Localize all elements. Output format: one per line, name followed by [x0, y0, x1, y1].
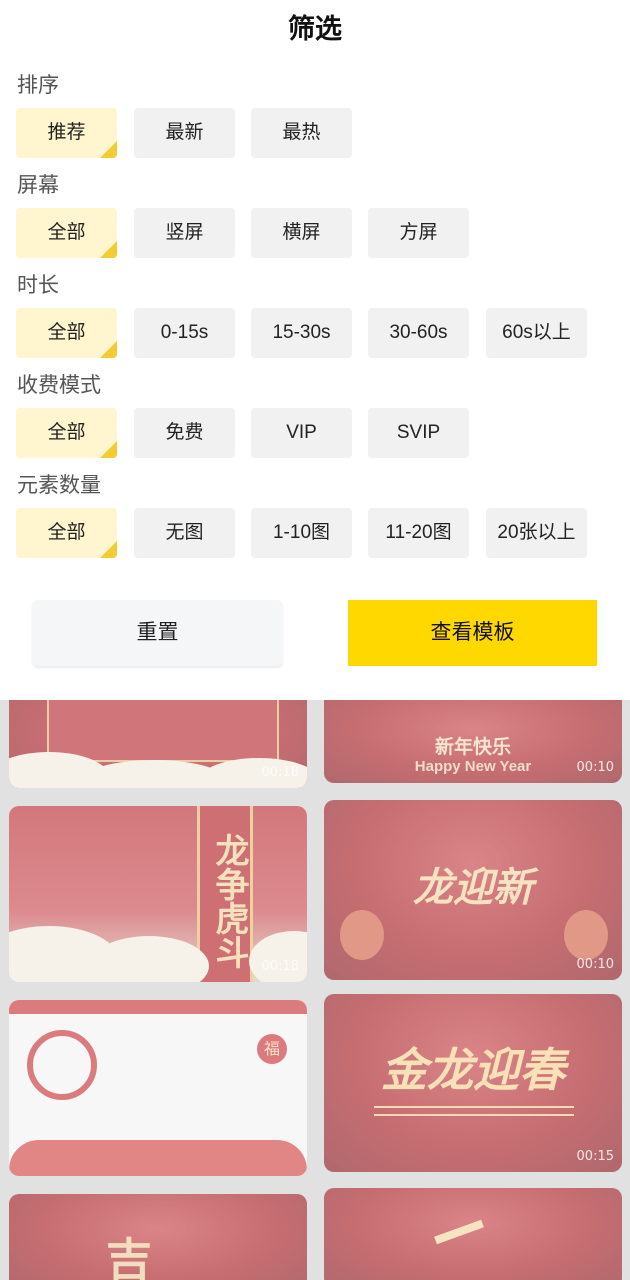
- chip-sort-newest[interactable]: 最新: [134, 108, 235, 158]
- chip-screen-square[interactable]: 方屏: [368, 208, 469, 258]
- chip-screen-portrait[interactable]: 竖屏: [134, 208, 235, 258]
- filter-sheet: 筛选 排序 推荐 最新 最热 屏幕 全部 竖屏 横屏 方屏 时长 全部 0-15…: [0, 0, 630, 700]
- section-label-element-count: 元素数量: [17, 473, 101, 497]
- chip-elements-none[interactable]: 无图: [134, 508, 235, 558]
- chip-elements-11-20[interactable]: 11-20图: [368, 508, 469, 558]
- section-label-screen: 屏幕: [17, 173, 59, 197]
- sheet-title: 筛选: [288, 14, 342, 45]
- chip-screen-all[interactable]: 全部: [16, 208, 117, 258]
- reset-button[interactable]: 重置: [32, 600, 283, 666]
- chip-pricing-vip[interactable]: VIP: [251, 408, 352, 458]
- chip-elements-1-10[interactable]: 1-10图: [251, 508, 352, 558]
- chip-pricing-all[interactable]: 全部: [16, 408, 117, 458]
- view-templates-button[interactable]: 查看模板: [348, 600, 597, 666]
- chip-pricing-free[interactable]: 免费: [134, 408, 235, 458]
- section-label-pricing: 收费模式: [17, 373, 101, 397]
- chip-duration-0-15[interactable]: 0-15s: [134, 308, 235, 358]
- chip-duration-15-30[interactable]: 15-30s: [251, 308, 352, 358]
- chip-duration-all[interactable]: 全部: [16, 308, 117, 358]
- section-label-duration: 时长: [17, 273, 59, 297]
- overlay-dim[interactable]: [0, 700, 630, 1280]
- chip-screen-landscape[interactable]: 横屏: [251, 208, 352, 258]
- chip-elements-all[interactable]: 全部: [16, 508, 117, 558]
- chip-elements-20-plus[interactable]: 20张以上: [486, 508, 587, 558]
- chip-duration-60-plus[interactable]: 60s以上: [486, 308, 587, 358]
- chip-pricing-svip[interactable]: SVIP: [368, 408, 469, 458]
- chip-duration-30-60[interactable]: 30-60s: [368, 308, 469, 358]
- chip-sort-recommended[interactable]: 推荐: [16, 108, 117, 158]
- chip-sort-hottest[interactable]: 最热: [251, 108, 352, 158]
- section-label-sort: 排序: [17, 73, 59, 97]
